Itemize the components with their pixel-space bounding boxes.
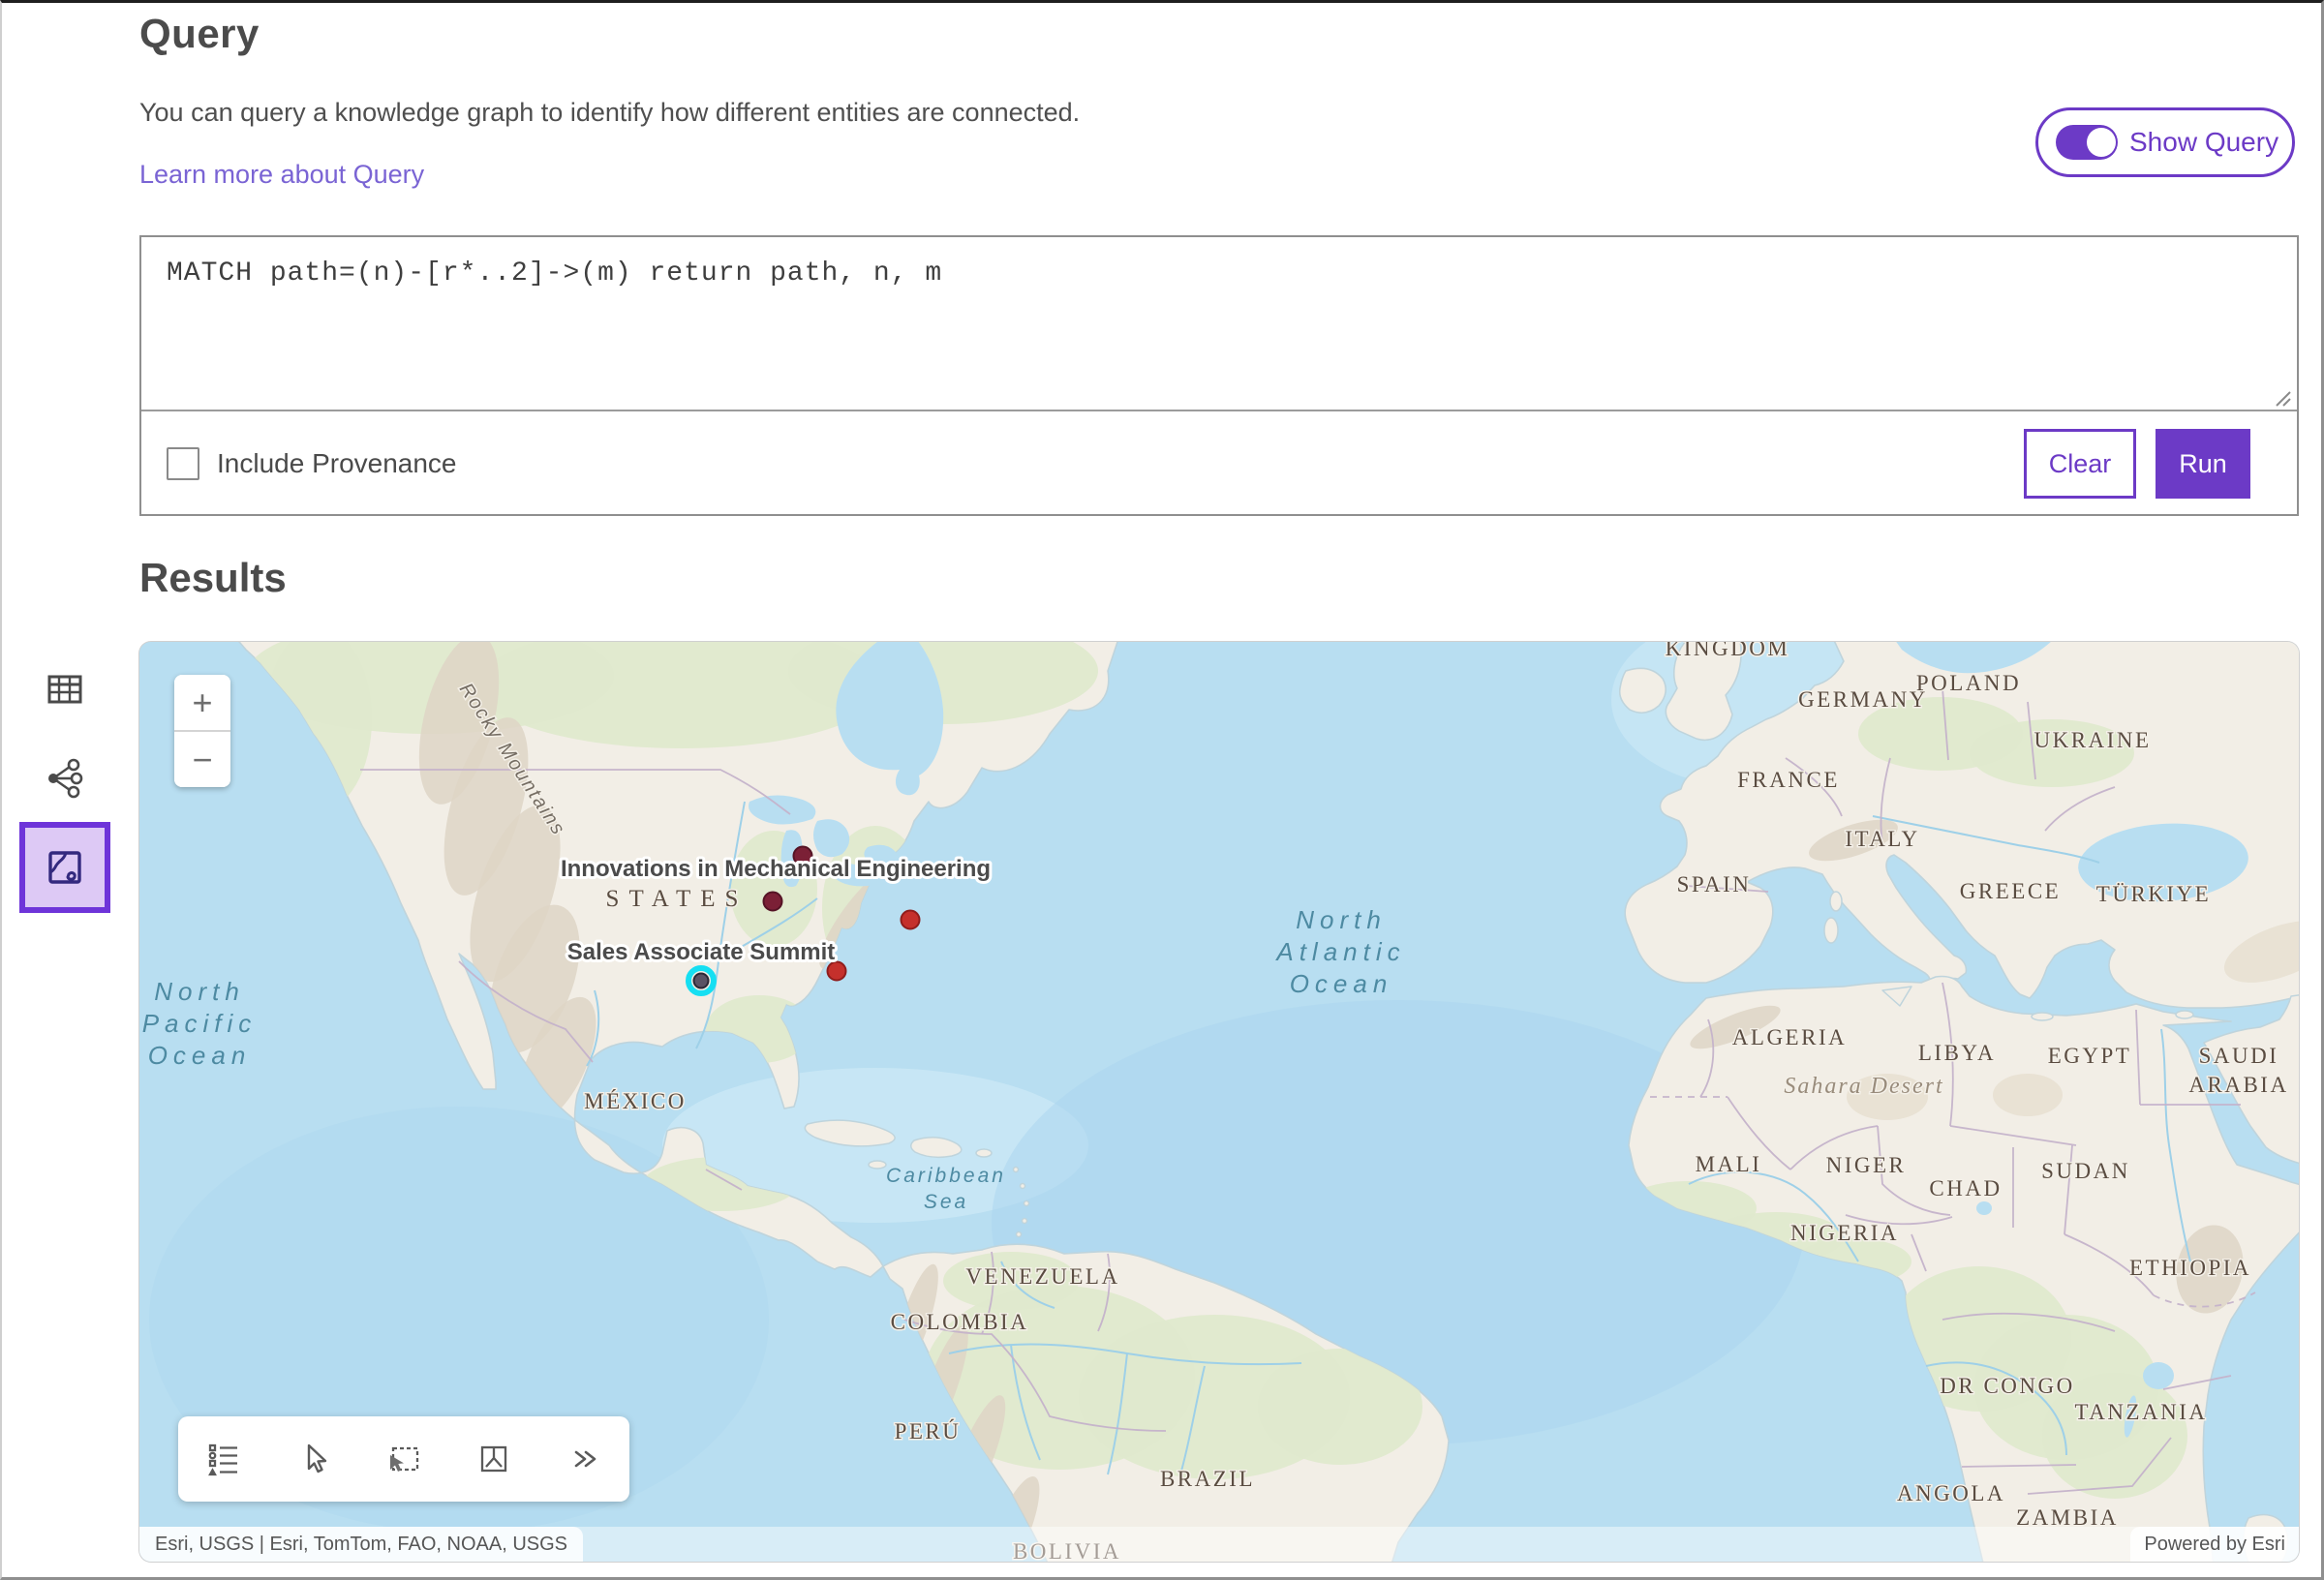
legend-icon <box>204 1440 243 1478</box>
select-polygon-icon <box>474 1440 513 1478</box>
map-label-algeria: ALGERIA <box>1732 1025 1847 1049</box>
map-label-ukraine: UKRAINE <box>2034 728 2152 752</box>
map-icon <box>45 847 85 888</box>
expand-toolbar-button[interactable] <box>539 1416 629 1502</box>
map-label-tanzania: TANZANIA <box>2075 1400 2208 1424</box>
zoom-in-button[interactable]: + <box>174 675 230 732</box>
graph-icon <box>41 754 89 803</box>
island-cyprus <box>2176 1011 2193 1018</box>
landmass-ireland <box>1620 668 1666 713</box>
map-label-libya: LIBYA <box>1918 1041 1996 1065</box>
query-description: You can query a knowledge graph to ident… <box>139 98 1080 128</box>
query-editor: MATCH path=(n)-[r*..2]->(m) return path,… <box>139 235 2299 516</box>
resize-handle-icon[interactable] <box>2269 384 2292 408</box>
entity-point[interactable] <box>764 893 782 911</box>
lake-chad <box>1976 1201 1992 1215</box>
map-label-venezuela: VENEZUELA <box>965 1264 1119 1289</box>
attribution-sources: Esri, USGS | Esri, TomTom, FAO, NOAA, US… <box>139 1527 583 1562</box>
query-page: Query You can query a knowledge graph to… <box>0 0 2324 1580</box>
lake-victoria <box>2143 1362 2174 1389</box>
map-label-egypt: EGYPT <box>2048 1044 2132 1068</box>
island-jamaica <box>869 1161 886 1169</box>
include-provenance-checkbox[interactable] <box>167 447 199 480</box>
map-label-per: PERÚ <box>895 1418 962 1443</box>
map-label-angola: ANGOLA <box>1897 1481 2005 1505</box>
map-label-france: FRANCE <box>1737 768 1840 792</box>
results-map[interactable]: KINGDOM POLANDGERMANY UKRAINE FRANCE ITALY SP… <box>139 642 2299 1562</box>
zoom-out-button[interactable]: − <box>174 732 230 787</box>
show-query-toggle[interactable]: Show Query <box>2035 107 2295 177</box>
map-label-greece: GREECE <box>1960 879 2061 903</box>
sidebar-item-graph-view[interactable] <box>41 754 89 803</box>
map-label-nigeria: NIGERIA <box>1790 1221 1899 1245</box>
pointer-tool-button[interactable] <box>268 1416 358 1502</box>
map-label-poland: POLAND <box>1916 671 2021 695</box>
map-label-germany: GERMANY <box>1798 687 1928 712</box>
map-label-states: STATES <box>606 886 749 912</box>
toggle-knob <box>2087 128 2116 157</box>
learn-more-link[interactable]: Learn more about Query <box>139 160 424 190</box>
map-label-brazil: BRAZIL <box>1160 1467 1255 1491</box>
query-footer: Include Provenance Clear Run <box>141 413 2297 514</box>
map-label-sudan: SUDAN <box>2041 1159 2130 1183</box>
map-label-m-xico: MÉXICO <box>584 1089 687 1113</box>
island-sardinia <box>1824 918 1838 943</box>
map-label-spain: SPAIN <box>1677 872 1752 896</box>
entity-point-selected[interactable] <box>694 974 709 988</box>
pointer-icon <box>294 1440 333 1478</box>
run-button[interactable]: Run <box>2156 429 2250 499</box>
entity-label-innovations-in-mechanical-engineering: Innovations in Mechanical Engineering <box>561 856 991 882</box>
map-label-colombia: COLOMBIA <box>891 1310 1029 1334</box>
map-label-t-rkiye: TÜRKIYE <box>2096 882 2211 906</box>
clear-button[interactable]: Clear <box>2024 429 2136 499</box>
select-by-rectangle-button[interactable] <box>358 1416 448 1502</box>
attribution-powered-by: Powered by Esri <box>2130 1527 2299 1562</box>
map-label-italy: ITALY <box>1845 827 1919 851</box>
island-crete <box>2032 1013 2053 1020</box>
map-label-chad: CHAD <box>1929 1176 2002 1200</box>
query-input[interactable]: MATCH path=(n)-[r*..2]->(m) return path,… <box>141 237 2297 411</box>
sidebar-item-map-view-selected[interactable] <box>19 822 110 913</box>
island-corsica <box>1830 892 1842 911</box>
entity-label-sales-associate-summit: Sales Associate Summit <box>567 939 836 965</box>
map-label-sahara-desert: Sahara Desert <box>1784 1074 1943 1099</box>
select-by-polygon-button[interactable] <box>449 1416 539 1502</box>
map-label-niger: NIGER <box>1826 1153 1907 1177</box>
map-label-dr-congo: DR CONGO <box>1940 1374 2074 1398</box>
page-title: Query <box>139 11 260 57</box>
results-title: Results <box>139 555 287 601</box>
entity-point[interactable] <box>902 911 920 929</box>
map-label-ethiopia: ETHIOPIA <box>2129 1256 2251 1280</box>
map-label-north-pacific-ocean: NorthPacificOcean <box>142 977 258 1070</box>
map-toolbar <box>178 1416 629 1502</box>
table-icon <box>41 665 89 714</box>
select-rectangle-icon <box>384 1440 423 1478</box>
legend-button[interactable] <box>178 1416 268 1502</box>
include-provenance-label: Include Provenance <box>217 448 457 479</box>
double-chevron-right-icon <box>565 1440 603 1478</box>
zoom-control: + − <box>174 675 230 787</box>
sidebar-item-table-view[interactable] <box>41 665 89 714</box>
map-label-kingdom: KINGDOM <box>1666 642 1790 660</box>
island-puerto-rico <box>976 1149 992 1157</box>
map-label-mali: MALI <box>1696 1152 1762 1176</box>
show-query-label: Show Query <box>2129 127 2278 158</box>
toggle-switch[interactable] <box>2056 125 2118 160</box>
